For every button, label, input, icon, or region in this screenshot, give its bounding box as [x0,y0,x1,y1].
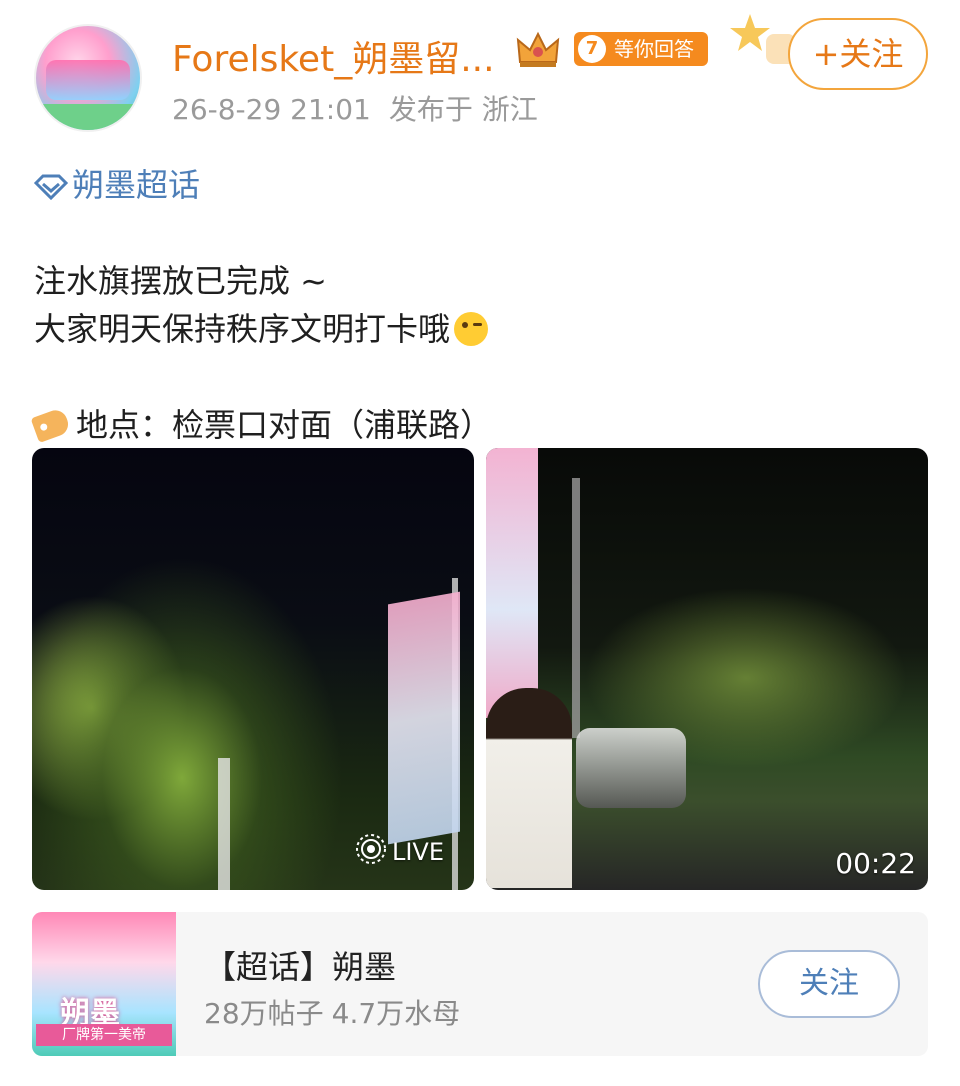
member-count: 4.7万水母 [331,997,461,1030]
badge-level: 7 [578,35,606,63]
user-avatar[interactable] [34,24,142,132]
video-duration: 00:22 [835,847,916,880]
live-indicator: LIVE [354,832,444,866]
post-count: 28万帖子 [204,997,324,1030]
live-photo[interactable]: LIVE [32,448,474,890]
username[interactable]: Forelsket_朔墨留... [172,30,495,82]
supertopic-stats: 28万帖子 4.7万水母 [204,992,460,1032]
avatar-art [46,60,130,100]
star-decoration-icon [730,14,796,64]
diamond-icon [33,174,69,201]
crown-icon [516,31,560,67]
flag-pole [218,758,230,890]
video-thumbnail[interactable]: 00:22 [486,448,928,890]
post-location-meta: 发布于 浙江 [388,93,538,126]
live-icon [355,834,386,864]
answer-badge[interactable]: 7 等你回答 [574,32,708,66]
thumb-subtitle: 厂牌第一美帝 [36,1024,172,1046]
location-text: 地点：检票口对面（浦联路） [76,406,493,444]
supertopic-title: 【超话】朔墨 [204,948,397,986]
post-location-line: 地点：检票口对面（浦联路） [30,400,493,446]
post-text-line-2-content: 大家明天保持秩序文明打卡哦 [34,310,451,348]
person [486,688,572,888]
post-text-line-2: 大家明天保持秩序文明打卡哦 [34,304,489,350]
supertopic-follow-button[interactable]: 关注 [758,950,900,1018]
banner-flag [388,591,460,845]
supertopic-label: 朔墨超话 [72,166,201,204]
badge-label: 等你回答 [614,37,694,61]
supertopic-thumbnail: 朔墨 厂牌第一美帝 [32,912,176,1056]
post-text-line-1: 注水旗摆放已完成 ~ [34,262,327,300]
scooter [576,728,686,808]
tag-icon [30,406,72,444]
pole [572,478,580,738]
post-timestamp: 26-8-29 21:01 [172,93,371,126]
supertopic-card[interactable]: 朔墨 厂牌第一美帝 【超话】朔墨 28万帖子 4.7万水母 关注 [32,912,928,1056]
follow-button[interactable]: +关注 [788,18,928,90]
supertopic-link[interactable]: 朔墨超话 [33,160,201,206]
wink-emoji-icon [454,312,489,346]
banner-flag [486,448,538,718]
post-meta: 26-8-29 21:01 发布于 浙江 [172,88,538,128]
avatar-art-strip [36,104,140,130]
live-label: LIVE [391,838,444,866]
